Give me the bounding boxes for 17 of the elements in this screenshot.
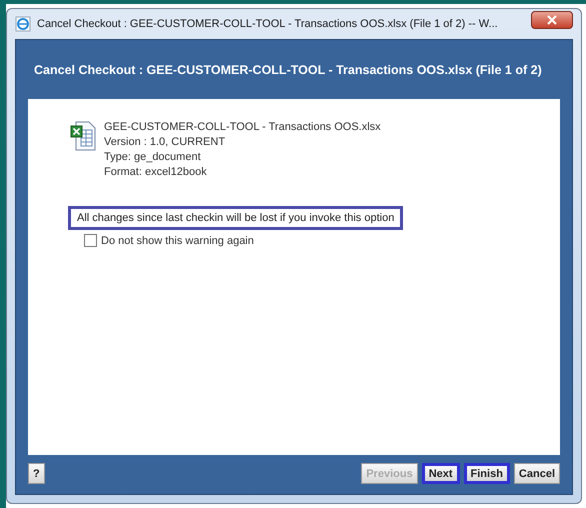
wizard-button[interactable]: Next xyxy=(422,463,460,484)
document-info: Type: ge_document xyxy=(104,151,202,163)
close-button[interactable] xyxy=(531,11,573,29)
dialog-heading: Cancel Checkout : GEE-CUSTOMER-COLL-TOOL - Transactions OOS.xlsx (File 1 of 2) xyxy=(33,62,543,79)
browser-icon xyxy=(15,16,31,32)
checkbox-label: Do not show this warning again xyxy=(101,234,254,246)
wizard-button[interactable]: Finish xyxy=(464,463,510,484)
checkbox[interactable] xyxy=(84,234,97,247)
help-button[interactable]: ? xyxy=(28,463,45,484)
document-info: Format: excel12book xyxy=(104,166,208,178)
document-info: GEE-CUSTOMER-COLL-TOOL - Transactions OOS.xlsx xyxy=(104,121,381,133)
warning-message: All changes since last checkin will be lost if you invoke this option xyxy=(68,206,404,230)
window-title: Cancel Checkout : GEE-CUSTOMER-COLL-TOOL - Transactions OOS.xlsx (File 1 of 2) -- W... xyxy=(37,18,499,30)
document-info: Version : 1.0, CURRENT xyxy=(104,136,226,148)
spreadsheet-file-icon xyxy=(70,121,96,151)
wizard-button[interactable]: Cancel xyxy=(514,463,560,484)
close-icon xyxy=(547,15,557,25)
